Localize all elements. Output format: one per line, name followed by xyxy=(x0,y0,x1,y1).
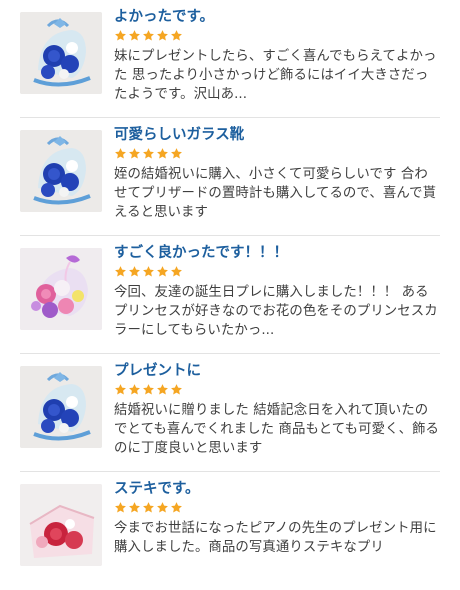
star-rating xyxy=(114,29,440,43)
star-icon xyxy=(115,30,126,41)
star-icon xyxy=(115,384,126,395)
blue-rose-image xyxy=(20,366,102,448)
star-icon xyxy=(129,30,140,41)
blue-rose-image xyxy=(20,130,102,212)
review-item[interactable]: ステキです。 今までお世話になったピアノの先生のプレゼント用に購入しました。商品… xyxy=(20,472,440,590)
review-title[interactable]: ステキです。 xyxy=(114,480,440,498)
review-item[interactable]: プレゼントに 結婚祝いに贈りました 結婚記念日を入れて頂いたのでとても喜んでくれ… xyxy=(20,354,440,472)
star-icon xyxy=(143,266,154,277)
review-text: 妹にプレゼントしたら、すごく喜んでもらえてよかった 思ったより小さかっけど飾るに… xyxy=(114,49,437,102)
star-icon xyxy=(157,384,168,395)
blue-rose-image xyxy=(20,12,102,94)
star-icon xyxy=(157,502,168,513)
star-icon xyxy=(129,502,140,513)
star-rating xyxy=(114,147,440,161)
star-icon xyxy=(143,148,154,159)
star-rating xyxy=(114,265,440,279)
star-icon xyxy=(171,384,182,395)
review-item[interactable]: すごく良かったです！！！ 今回、友達の誕生日プレに購入しました！！！ あるプリン… xyxy=(20,236,440,354)
product-thumbnail[interactable] xyxy=(20,130,102,212)
star-icon xyxy=(157,30,168,41)
review-text: 今までお世話になったピアノの先生のプレゼント用に購入しました。商品の写真通りステ… xyxy=(114,521,437,555)
product-thumbnail[interactable] xyxy=(20,484,102,566)
star-icon xyxy=(143,30,154,41)
star-rating xyxy=(114,501,440,515)
star-icon xyxy=(129,148,140,159)
star-icon xyxy=(171,148,182,159)
review-text: 姪の結婚祝いに購入、小さくて可愛らしいです 合わせてプリザードの置時計も購入して… xyxy=(114,167,437,220)
star-icon xyxy=(157,266,168,277)
red-rose-image xyxy=(20,484,102,566)
star-icon xyxy=(115,502,126,513)
star-icon xyxy=(157,148,168,159)
review-title[interactable]: すごく良かったです！！！ xyxy=(114,244,440,262)
star-icon xyxy=(115,148,126,159)
star-rating xyxy=(114,383,440,397)
star-icon xyxy=(143,384,154,395)
review-item[interactable]: 可愛らしいガラス靴 姪の結婚祝いに購入、小さくて可愛らしいです 合わせてプリザー… xyxy=(20,118,440,236)
review-text: 結婚祝いに贈りました 結婚記念日を入れて頂いたのでとても喜んでくれました 商品も… xyxy=(114,403,440,456)
review-title[interactable]: プレゼントに xyxy=(114,362,440,380)
product-thumbnail[interactable] xyxy=(20,12,102,94)
star-icon xyxy=(143,502,154,513)
pink-rose-image xyxy=(20,248,102,330)
review-title[interactable]: 可愛らしいガラス靴 xyxy=(114,126,440,144)
product-thumbnail[interactable] xyxy=(20,366,102,448)
star-icon xyxy=(171,502,182,513)
product-thumbnail[interactable] xyxy=(20,248,102,330)
review-item[interactable]: よかったです。 妹にプレゼントしたら、すごく喜んでもらえてよかった 思ったより小… xyxy=(20,0,440,118)
review-title[interactable]: よかったです。 xyxy=(114,8,440,26)
star-icon xyxy=(171,30,182,41)
star-icon xyxy=(115,266,126,277)
star-icon xyxy=(129,384,140,395)
review-list: よかったです。 妹にプレゼントしたら、すごく喜んでもらえてよかった 思ったより小… xyxy=(0,0,460,590)
star-icon xyxy=(171,266,182,277)
review-text: 今回、友達の誕生日プレに購入しました！！！ あるプリンセスが好きなのでお花の色を… xyxy=(114,285,438,338)
star-icon xyxy=(129,266,140,277)
